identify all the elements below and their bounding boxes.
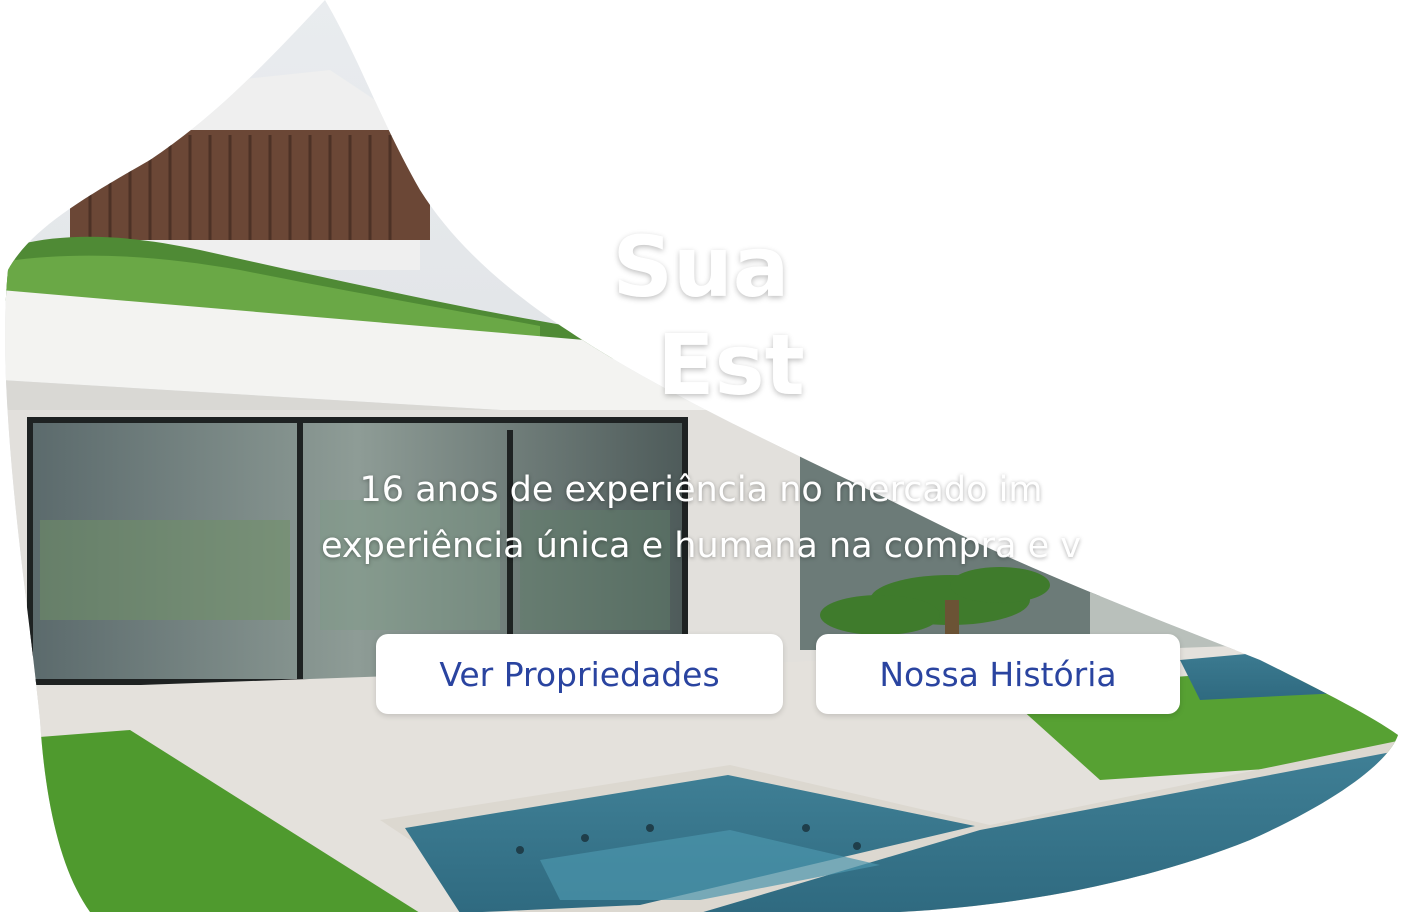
hero-title: Sua Est [0,218,1402,414]
hero-title-line-1: Sua [612,218,790,316]
view-properties-button[interactable]: Ver Propriedades [376,634,783,714]
our-history-button[interactable]: Nossa História [816,634,1180,714]
hero-background-image [5,0,1398,912]
hero-subtitle-line-1: 16 anos de experiência no mercado im [359,470,1043,510]
hero-subtitle-line-2: experiência única e humana na compra e v [320,526,1082,566]
hero-title-line-2: Est [657,316,805,414]
hero-subtitle: 16 anos de experiência no mercado im exp… [150,462,1252,574]
hero-section: Sua Est 16 anos de experiência no mercad… [0,0,1402,913]
